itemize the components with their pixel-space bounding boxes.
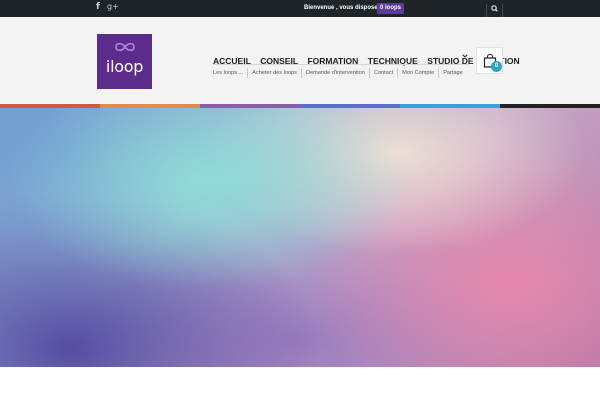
site-header: iloop ACCUEIL CONSEIL FORMATION TECHNIQU… [0,17,600,104]
cart-count-badge: 0 [491,61,502,72]
subnav-item-acheter-des-loops[interactable]: Acheter des loops [247,68,301,78]
subnav-item-demande-intervention[interactable]: Demande d'intervention [300,68,369,78]
search-button[interactable] [486,1,503,16]
facebook-icon[interactable]: f [96,0,100,17]
subnav-item-partage[interactable]: Partage [438,68,467,78]
logo-text: iloop [105,57,144,76]
chevron-down-icon[interactable] [462,53,468,59]
loops-balance-badge[interactable]: 0 loops [377,3,405,14]
hero-banner [0,108,600,367]
search-icon [491,5,498,12]
google-plus-icon[interactable]: g+ [107,0,119,17]
secondary-navigation: Les loops ... Acheter des loops Demande d'… [213,68,467,78]
nav-divider [213,64,469,65]
subnav-item-mon-compte[interactable]: Mon Compte [397,68,438,78]
infinity-icon [115,42,135,52]
top-bar: f g+ Bienvenue , vous disposez de 0 loop… [0,0,600,17]
site-logo[interactable]: iloop [97,34,152,89]
subnav-item-les-loops[interactable]: Les loops ... [213,68,247,78]
subnav-item-contact[interactable]: Contact [368,68,397,78]
